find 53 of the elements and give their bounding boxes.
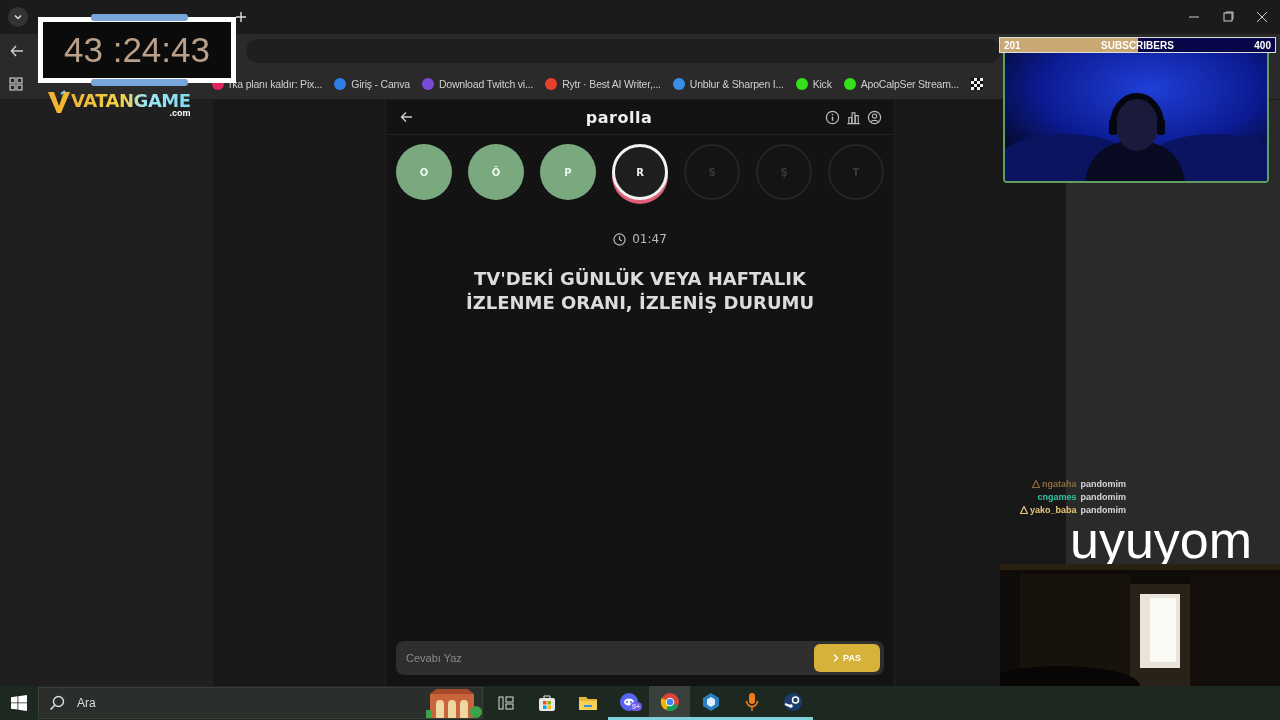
chat-username: cngames — [1037, 491, 1077, 503]
browser-icon — [659, 691, 680, 712]
apps-grid-icon[interactable] — [9, 76, 23, 91]
chat-message: pandomim — [1080, 491, 1127, 503]
address-field[interactable] — [246, 39, 1001, 63]
app-title: parolla — [584, 107, 654, 127]
close-icon[interactable] — [1256, 11, 1268, 23]
back-arrow-icon[interactable] — [10, 44, 24, 58]
v-logo-icon — [48, 90, 70, 114]
back-arrow-icon[interactable] — [400, 111, 413, 123]
search-field[interactable]: Ara — [75, 695, 199, 711]
bar-chart-icon[interactable] — [846, 109, 861, 125]
bookmark[interactable]: Unblur & Sharpen I... — [672, 77, 784, 90]
chat-username: yako_baba — [1030, 504, 1077, 516]
checkered-flag-icon[interactable] — [970, 77, 983, 90]
store-bag-icon — [537, 694, 556, 712]
chat-message: pandomim — [1080, 478, 1127, 490]
stream-timer: 43 :24:43 — [38, 17, 236, 83]
game-controller-chat-icon — [618, 691, 639, 712]
goal-target: 400 — [1254, 39, 1271, 51]
taskbar-app-button[interactable] — [649, 686, 690, 720]
bookmark[interactable]: ApoCalpSer Stream... — [843, 77, 959, 90]
question-text: TV'DEKİ GÜNLÜK VEYA HAFTALIK — [474, 267, 806, 291]
steam-icon — [782, 691, 803, 712]
tab-list-button[interactable] — [8, 7, 28, 27]
search-icon — [49, 695, 65, 711]
info-icon[interactable] — [825, 109, 840, 125]
goal-current: 201 — [1004, 39, 1021, 51]
building-illustration-icon — [426, 688, 482, 718]
folder-icon — [577, 695, 598, 711]
question-text: İZLENME ORANI, İZLENİŞ DURUMU — [465, 291, 815, 315]
new-tab-icon[interactable] — [235, 11, 247, 23]
bookmark[interactable]: Giriş - Canva — [334, 77, 410, 90]
caret-icon — [13, 12, 23, 22]
microphone-icon — [744, 691, 759, 712]
clock-icon — [613, 232, 627, 246]
restore-icon[interactable] — [1222, 11, 1234, 23]
letter-circle[interactable]: O — [396, 144, 452, 200]
chevron-right-icon — [833, 654, 840, 662]
cube-icon — [700, 691, 721, 712]
chat-username: ngataha — [1042, 478, 1077, 490]
caption-text: uyuyom — [1070, 516, 1253, 564]
chat-message: pandomim — [1080, 504, 1127, 516]
bookmark[interactable]: Download Twitch vi... — [421, 77, 534, 90]
bookmark[interactable]: Kick — [795, 77, 832, 90]
windows-start-icon[interactable] — [11, 695, 27, 711]
taskbar-search-bar[interactable]: Ara — [38, 687, 483, 719]
bookmark[interactable]: Rytr · Best AI Writer,... — [545, 77, 661, 90]
profile-icon[interactable] — [867, 109, 882, 125]
letter-circle[interactable]: Ö — [468, 144, 524, 200]
task-view-icon — [497, 696, 514, 710]
countdown-timer: 01:47 — [632, 232, 667, 246]
letter-circle[interactable]: R — [612, 144, 668, 200]
